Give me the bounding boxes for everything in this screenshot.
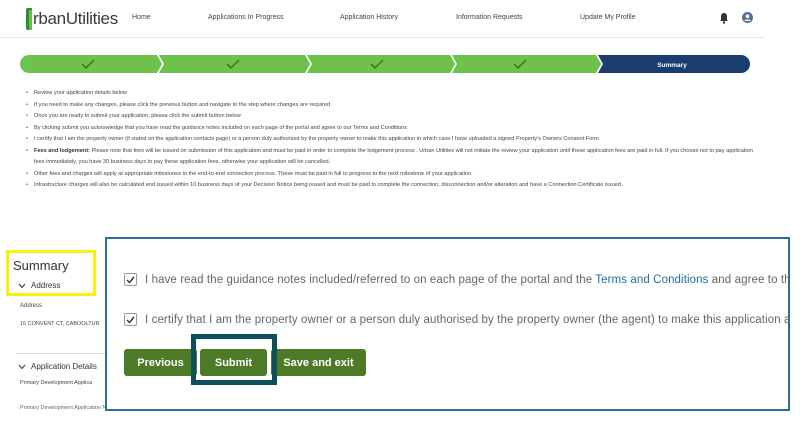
application-details-label: Application Details (31, 362, 97, 371)
save-and-exit-button[interactable]: Save and exit (271, 349, 366, 376)
logo-mark-icon (26, 8, 32, 30)
address-field-label: Address (20, 303, 43, 309)
chevron-down-icon (18, 364, 26, 369)
zoomed-confirmation-panel: I have read the guidance notes included/… (105, 237, 790, 411)
summary-heading: Summary (13, 258, 69, 273)
nav-home[interactable]: Home (132, 14, 151, 21)
info-item: Review your application details below (26, 88, 756, 100)
logo-text: rbanUtilities (33, 9, 118, 28)
progress-stepper: Summary (20, 55, 750, 73)
address-section-label: Address (31, 281, 61, 290)
bell-icon[interactable] (719, 12, 729, 24)
user-icon[interactable] (742, 12, 753, 23)
submit-highlight-box (191, 334, 277, 385)
info-item: Other fees and charges will apply at app… (26, 169, 756, 181)
chevron-down-icon (18, 283, 26, 288)
nav-information-requests[interactable]: Information Requests (456, 14, 523, 21)
urban-utilities-logo[interactable]: rbanUtilities (26, 8, 118, 30)
address-section-toggle[interactable]: Address (18, 281, 60, 290)
info-item: If you need to make any changes, please … (26, 100, 756, 112)
step-4[interactable] (452, 55, 601, 73)
top-navbar: rbanUtilities Home Applications In Progr… (0, 0, 765, 38)
certify-checkbox-row: I certify that I am the property owner o… (124, 313, 790, 326)
step-3[interactable] (307, 55, 455, 73)
primary-development-label: Primary Development Applica (20, 380, 93, 386)
info-item: Fees and lodgement: Please note that fee… (26, 146, 756, 169)
terms-link[interactable]: Terms and Conditions (595, 274, 708, 286)
nav-applications-in-progress[interactable]: Applications In Progress (208, 14, 283, 21)
nav-update-my-profile[interactable]: Update My Profile (580, 14, 636, 21)
submission-info-list: Review your application details below If… (26, 88, 756, 192)
info-item: Once you are ready to submit your applic… (26, 111, 756, 123)
terms-checkbox-row: I have read the guidance notes included/… (124, 273, 790, 286)
nav-application-history[interactable]: Application History (340, 14, 398, 21)
address-field-value: 16 CONVENT CT, CABOOLTUR (20, 321, 100, 327)
step-5-label: Summary (657, 62, 687, 69)
application-details-toggle[interactable]: Application Details (18, 362, 97, 371)
info-item: I certify that I am the property owner (… (26, 134, 756, 146)
checkmark-icon (126, 316, 135, 324)
terms-checkbox[interactable] (124, 273, 137, 286)
terms-checkbox-label: I have read the guidance notes included/… (145, 273, 790, 286)
previous-button[interactable]: Previous (124, 349, 197, 376)
info-item: Infrastructure charges will also be calc… (26, 180, 756, 192)
certify-checkbox[interactable] (124, 313, 137, 326)
checkmark-icon (126, 276, 135, 284)
certify-checkbox-label: I certify that I am the property owner o… (145, 313, 790, 326)
divider (16, 353, 106, 354)
page: rbanUtilities Home Applications In Progr… (0, 0, 803, 424)
info-item: By clicking submit you acknowledge that … (26, 123, 756, 135)
